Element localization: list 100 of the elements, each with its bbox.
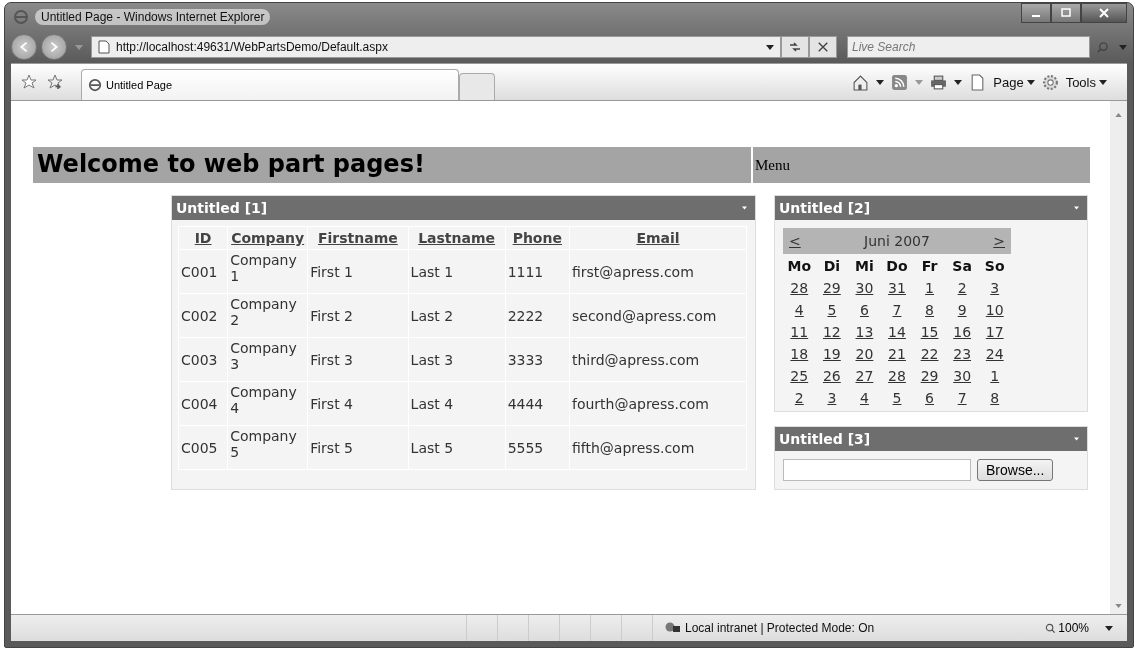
day-link[interactable]: 28 (783, 280, 816, 296)
day-link[interactable]: 8 (978, 390, 1011, 406)
day-link[interactable]: 25 (783, 368, 816, 384)
browser-tab[interactable]: Untitled Page (81, 69, 459, 100)
column-header-link[interactable]: Company (227, 226, 308, 250)
day-link[interactable]: 6 (848, 302, 881, 318)
day-link[interactable]: 4 (848, 390, 881, 406)
day-link[interactable]: 1 (913, 280, 946, 296)
scroll-up-arrow-icon[interactable] (1115, 113, 1122, 117)
table-cell: 5555 (505, 425, 570, 470)
page-menu-button[interactable]: Page (993, 74, 1024, 90)
page-icon (98, 40, 110, 54)
column-header-link[interactable]: Email (569, 226, 747, 250)
close-button[interactable] (1081, 3, 1127, 23)
day-link[interactable]: 14 (880, 324, 914, 340)
day-link[interactable]: 10 (978, 302, 1011, 318)
day-link[interactable]: 27 (848, 368, 881, 384)
printer-icon[interactable] (930, 73, 948, 91)
caret-icon[interactable] (1105, 625, 1113, 631)
day-link[interactable]: 11 (783, 324, 816, 340)
day-link[interactable]: 18 (783, 346, 816, 362)
column-header-link[interactable]: Lastname (408, 226, 506, 250)
home-icon[interactable] (852, 73, 870, 91)
zoom-button[interactable]: 100% (1045, 621, 1089, 635)
refresh-icon (788, 40, 802, 54)
day-link[interactable]: 23 (945, 346, 979, 362)
caret-icon[interactable] (1099, 79, 1107, 85)
day-link[interactable]: 24 (978, 346, 1011, 362)
maximize-button[interactable] (1051, 3, 1081, 23)
search-field[interactable]: Live Search (847, 36, 1090, 58)
day-link[interactable]: 5 (815, 302, 849, 318)
table-cell: First 5 (307, 425, 409, 470)
day-link[interactable]: 9 (945, 302, 979, 318)
day-link[interactable]: 12 (815, 324, 849, 340)
weekday-label: Fr (920, 258, 939, 274)
star-icon[interactable] (21, 74, 37, 90)
day-link[interactable]: 29 (913, 368, 946, 384)
address-field[interactable]: http://localhost:49631/WebPartsDemo/Default.aspx (91, 36, 781, 58)
day-link[interactable]: 8 (913, 302, 946, 318)
day-link[interactable]: 1 (978, 368, 1011, 384)
column-header-link[interactable]: Phone (505, 226, 570, 250)
vertical-scrollbar[interactable] (1110, 101, 1127, 614)
scroll-down-arrow-icon[interactable] (1115, 604, 1122, 608)
day-link[interactable]: 3 (815, 390, 849, 406)
table-cell: C003 (178, 337, 228, 382)
back-button[interactable] (11, 34, 37, 60)
day-link[interactable]: 19 (815, 346, 849, 362)
day-link[interactable]: 5 (880, 390, 914, 406)
maximize-icon (1060, 7, 1072, 19)
day-link[interactable]: 20 (848, 346, 881, 362)
file-path-field[interactable] (783, 459, 971, 481)
day-link[interactable]: 6 (913, 390, 946, 406)
caret-icon[interactable] (954, 79, 963, 85)
web-part-title: Untitled [2] (779, 200, 871, 216)
table-cell: fourth@apress.com (569, 381, 747, 426)
day-link[interactable]: 4 (783, 302, 816, 318)
day-link[interactable]: 7 (945, 390, 979, 406)
column-header-link[interactable]: ID (178, 226, 228, 250)
stop-icon (817, 41, 829, 53)
next-month-link[interactable]: > (993, 233, 1005, 249)
day-link[interactable]: 26 (815, 368, 849, 384)
table-cell: C001 (178, 249, 228, 294)
status-bar-pane (466, 615, 498, 641)
caret-icon[interactable] (1026, 79, 1035, 85)
stop-button[interactable] (809, 36, 837, 58)
day-link[interactable]: 29 (815, 280, 849, 296)
day-link[interactable]: 28 (880, 368, 914, 384)
previous-month-link[interactable]: < (789, 233, 801, 249)
column-header-link[interactable]: Firstname (307, 226, 409, 250)
day-link[interactable]: 2 (945, 280, 979, 296)
browse-button[interactable]: Browse... (977, 459, 1054, 481)
day-link[interactable]: 22 (913, 346, 946, 362)
feed-icon[interactable] (891, 73, 909, 91)
day-link[interactable]: 30 (848, 280, 881, 296)
day-link[interactable]: 3 (978, 280, 1011, 296)
day-link[interactable]: 13 (848, 324, 881, 340)
caret-icon[interactable] (766, 44, 774, 50)
weekday-label: So (983, 258, 1006, 274)
day-link[interactable]: 30 (945, 368, 979, 384)
day-link[interactable]: 31 (880, 280, 914, 296)
day-link[interactable]: 2 (783, 390, 816, 406)
tools-menu-button[interactable]: Tools (1065, 74, 1096, 90)
table-cell: 1111 (505, 249, 570, 294)
caret-icon[interactable] (876, 79, 885, 85)
page-heading: Welcome to web part pages! (33, 147, 751, 183)
star-plus-icon[interactable] (47, 74, 63, 90)
refresh-button[interactable] (781, 36, 809, 58)
table-cell: Last 4 (408, 381, 506, 426)
table-cell: Last 3 (408, 337, 506, 382)
day-link[interactable]: 16 (945, 324, 979, 340)
forward-button[interactable] (41, 34, 67, 60)
day-link[interactable]: 15 (913, 324, 946, 340)
minimize-button[interactable] (1021, 3, 1051, 23)
table-cell: C005 (178, 425, 228, 470)
day-link[interactable]: 21 (880, 346, 914, 362)
table-cell: 4444 (505, 381, 570, 426)
table-cell: Company 4 (227, 381, 308, 426)
day-link[interactable]: 7 (880, 302, 914, 318)
table-cell: Last 1 (408, 249, 506, 294)
day-link[interactable]: 17 (978, 324, 1011, 340)
